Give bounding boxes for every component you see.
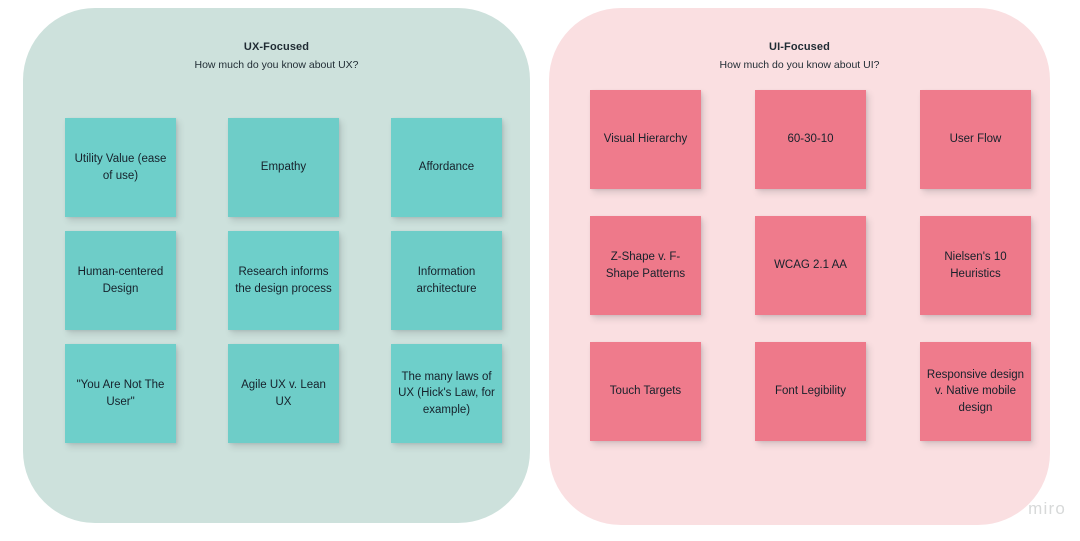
ui-panel-header: UI-Focused How much do you know about UI… [549,40,1050,72]
sticky-note-text: Touch Targets [609,385,682,398]
sticky-note-text: Empathy [260,161,307,174]
sticky-note[interactable]: "You Are Not The User" [65,344,176,443]
ui-sticky-note-grid: Visual Hierarchy 60-30-10 User Flow Z-Sh… [590,90,1031,468]
sticky-note-text: Z-Shape v. F-Shape Patterns [605,251,686,280]
sticky-note-text: WCAG 2.1 AA [774,259,847,272]
ux-note-row-2: Human-centered Design Research informs t… [65,231,502,330]
sticky-note[interactable]: 60-30-10 [755,90,866,189]
sticky-note[interactable]: Touch Targets [590,342,701,441]
ui-focused-panel[interactable]: UI-Focused How much do you know about UI… [549,8,1050,525]
sticky-note[interactable]: Research informs the design process [228,231,339,330]
ui-panel-subtitle: How much do you know about UI? [719,59,880,71]
sticky-note-text: Human-centered Design [77,266,164,295]
sticky-note-text: Visual Hierarchy [603,133,688,146]
sticky-note[interactable]: Font Legibility [755,342,866,441]
sticky-note[interactable]: Human-centered Design [65,231,176,330]
sticky-note[interactable]: Agile UX v. Lean UX [228,344,339,443]
sticky-note-text: "You Are Not The User" [76,379,165,408]
sticky-note-text: The many laws of UX (Hick's Law, for exa… [398,370,495,416]
sticky-note-text: Utility Value (ease of use) [74,153,167,182]
ui-panel-title: UI-Focused [769,41,830,53]
ui-note-row-1: Visual Hierarchy 60-30-10 User Flow [590,90,1031,189]
sticky-note-text: Information architecture [416,266,477,295]
ux-note-row-1: Utility Value (ease of use) Empathy Affo… [65,118,502,217]
ux-panel-subtitle: How much do you know about UX? [194,59,359,71]
sticky-note[interactable]: Visual Hierarchy [590,90,701,189]
sticky-note[interactable]: Affordance [391,118,502,217]
ui-note-row-2: Z-Shape v. F-Shape Patterns WCAG 2.1 AA … [590,216,1031,315]
sticky-note-text: Research informs the design process [235,266,332,295]
sticky-note[interactable]: The many laws of UX (Hick's Law, for exa… [391,344,502,443]
sticky-note-text: Agile UX v. Lean UX [241,379,326,408]
sticky-note-text: Nielsen's 10 Heuristics [944,251,1007,280]
sticky-note[interactable]: Empathy [228,118,339,217]
sticky-note-text: User Flow [949,133,1002,146]
ux-panel-header: UX-Focused How much do you know about UX… [23,40,530,72]
sticky-note[interactable]: Utility Value (ease of use) [65,118,176,217]
sticky-note-text: 60-30-10 [787,133,834,146]
ux-panel-title: UX-Focused [243,41,310,53]
sticky-note-text: Affordance [418,161,475,174]
sticky-note-text: Responsive design v. Native mobile desig… [926,368,1025,414]
sticky-note[interactable]: Information architecture [391,231,502,330]
sticky-note[interactable]: Responsive design v. Native mobile desig… [920,342,1031,441]
sticky-note[interactable]: WCAG 2.1 AA [755,216,866,315]
miro-board-canvas: UX-Focused How much do you know about UX… [0,0,1080,541]
sticky-note-text: Font Legibility [775,385,846,398]
sticky-note[interactable]: Z-Shape v. F-Shape Patterns [590,216,701,315]
ui-note-row-3: Touch Targets Font Legibility Responsive… [590,342,1031,441]
ux-note-row-3: "You Are Not The User" Agile UX v. Lean … [65,344,502,443]
sticky-note[interactable]: Nielsen's 10 Heuristics [920,216,1031,315]
ux-sticky-note-grid: Utility Value (ease of use) Empathy Affo… [65,118,502,457]
miro-watermark: miro [1028,499,1066,518]
sticky-note[interactable]: User Flow [920,90,1031,189]
ux-focused-panel[interactable]: UX-Focused How much do you know about UX… [23,8,530,523]
